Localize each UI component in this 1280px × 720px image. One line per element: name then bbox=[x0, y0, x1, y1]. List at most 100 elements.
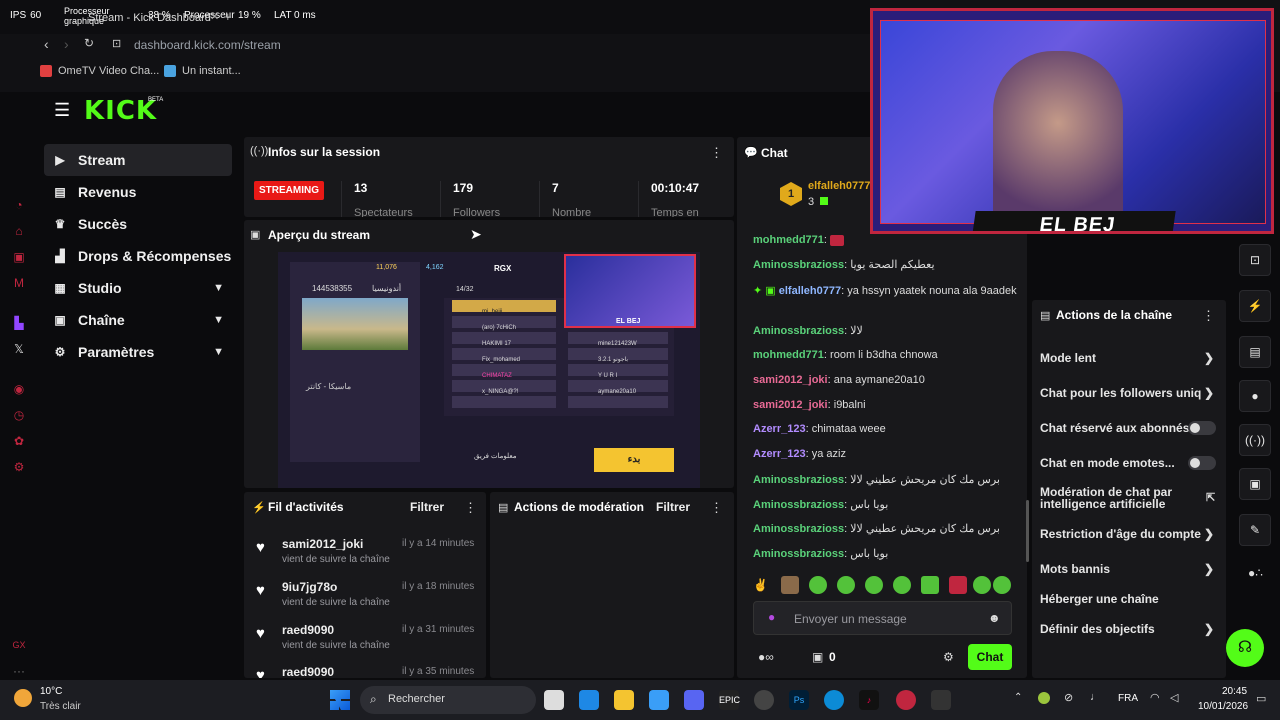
emote-icon[interactable] bbox=[809, 576, 827, 594]
start-icon[interactable] bbox=[330, 690, 350, 710]
task-view-icon[interactable] bbox=[544, 690, 564, 710]
app-icon[interactable] bbox=[754, 690, 774, 710]
moderation-menu-icon[interactable]: ⋮ bbox=[710, 500, 723, 516]
sidebar-item-succes[interactable]: ♛ Succès bbox=[44, 208, 232, 240]
back-icon[interactable]: ‹ bbox=[44, 36, 49, 52]
explorer-icon[interactable] bbox=[614, 690, 634, 710]
emote-icon[interactable]: ✌ bbox=[753, 578, 768, 592]
emote-icon[interactable] bbox=[993, 576, 1011, 594]
emote-icon[interactable] bbox=[781, 576, 799, 594]
twitch-icon[interactable]: ▙ bbox=[12, 316, 26, 330]
sidebar-item-chaine[interactable]: ▣ Chaîne ▼ bbox=[44, 304, 232, 336]
taskbar-search[interactable]: ⌕ Rechercher bbox=[360, 686, 536, 714]
rail-notes-button[interactable]: ▤ bbox=[1239, 336, 1271, 368]
chat-user[interactable]: Aminossbrazioss bbox=[753, 523, 844, 535]
gx-icon[interactable]: GX bbox=[12, 638, 26, 652]
rail-chat-button[interactable]: ● bbox=[1239, 380, 1271, 412]
forward-icon[interactable]: › bbox=[64, 36, 69, 52]
activity-user[interactable]: 9iu7jg78o bbox=[282, 580, 337, 594]
action-set-goals[interactable]: Définir des objectifs ❯ bbox=[1040, 622, 1220, 636]
rail-icon-6[interactable]: ◷ bbox=[12, 408, 26, 422]
chat-user[interactable]: Azerr_123 bbox=[753, 423, 806, 435]
action-banned-words[interactable]: Mots bannis ❯ bbox=[1040, 562, 1220, 576]
chat-user[interactable]: Aminossbrazioss bbox=[753, 474, 844, 486]
more-icon[interactable]: ··· bbox=[12, 664, 26, 678]
rail-icon-2[interactable]: ⌂ bbox=[12, 224, 26, 238]
new-tab-icon[interactable]: + bbox=[224, 9, 232, 24]
gift-icon[interactable]: ▣ bbox=[812, 650, 823, 664]
chat-user[interactable]: mohmedd771 bbox=[753, 349, 824, 361]
rail-video-button[interactable]: ▣ bbox=[1239, 468, 1271, 500]
action-followers-only[interactable]: Chat pour les followers uniq ❯ bbox=[1040, 386, 1220, 400]
emote-icon[interactable] bbox=[837, 576, 855, 594]
rail-icon-8[interactable]: ⚙ bbox=[12, 460, 26, 474]
subscribers-toggle[interactable] bbox=[1188, 421, 1216, 435]
language-indicator[interactable]: FRA bbox=[1118, 693, 1138, 704]
chat-send-button[interactable]: Chat bbox=[968, 644, 1012, 670]
chat-user[interactable]: sami2012_joki bbox=[753, 374, 828, 386]
discord-icon[interactable] bbox=[684, 690, 704, 710]
activity-filter-button[interactable]: Filtrer bbox=[410, 500, 444, 514]
action-ai-moderation[interactable]: Modération de chat par intelligence arti… bbox=[1040, 486, 1215, 510]
chat-user[interactable]: Azerr_123 bbox=[753, 448, 806, 460]
rail-icon-4[interactable]: M bbox=[12, 276, 26, 290]
mic-icon[interactable]: ● bbox=[768, 610, 775, 624]
chat-input[interactable]: ● Envoyer un message ☻ bbox=[753, 601, 1012, 635]
wifi-icon[interactable]: ◠ bbox=[1150, 691, 1160, 704]
tray-mic-icon[interactable]: ♩ bbox=[1090, 691, 1101, 703]
sidebar-item-studio[interactable]: ▦ Studio ▼ bbox=[44, 272, 232, 304]
notification-icon[interactable]: ▭ bbox=[1256, 692, 1266, 705]
rail-icon-5[interactable]: ◉ bbox=[12, 382, 26, 396]
emotes-toggle[interactable] bbox=[1188, 456, 1216, 470]
volume-icon[interactable]: ◁ bbox=[1170, 691, 1178, 704]
clock-date[interactable]: 10/01/2026 bbox=[1198, 701, 1248, 712]
rail-icon-7[interactable]: ✿ bbox=[12, 434, 26, 448]
chat-scrollbar[interactable] bbox=[1026, 500, 1029, 562]
sidebar-item-parametres[interactable]: ⚙ Paramètres ▼ bbox=[44, 336, 232, 368]
epic-icon[interactable]: EPIC bbox=[719, 690, 740, 710]
chat-user[interactable]: elfalleh0777 bbox=[779, 285, 841, 297]
activity-user[interactable]: raed9090 bbox=[282, 623, 334, 637]
chat-user[interactable]: Aminossbrazioss bbox=[753, 499, 844, 511]
rail-broadcast-button[interactable]: ((·)) bbox=[1239, 424, 1271, 456]
action-emotes-only[interactable]: Chat en mode emotes... bbox=[1040, 456, 1220, 470]
activity-user[interactable]: raed9090 bbox=[282, 665, 334, 678]
rail-icon-1[interactable]: ◔ bbox=[12, 198, 26, 212]
tab-close-icon[interactable]: ✕ bbox=[210, 10, 219, 23]
browser-tab-active[interactable]: Stream - Kick Dashboard bbox=[80, 6, 220, 32]
rail-tools-button[interactable]: ✎ bbox=[1239, 514, 1271, 546]
channel-actions-menu-icon[interactable]: ⋮ bbox=[1202, 308, 1215, 324]
tray-network-off-icon[interactable]: ⊘ bbox=[1064, 691, 1073, 704]
reload-icon[interactable]: ↻ bbox=[84, 36, 94, 50]
action-host-channel[interactable]: Héberger une chaîne bbox=[1040, 592, 1220, 606]
url-text[interactable]: dashboard.kick.com/stream bbox=[134, 38, 281, 52]
emoji-icon[interactable]: ☻ bbox=[988, 611, 1001, 625]
widgets-icon[interactable] bbox=[579, 690, 599, 710]
site-info-icon[interactable]: ⊡ bbox=[112, 37, 121, 50]
chat-user[interactable]: Aminossbrazioss bbox=[753, 325, 844, 337]
opera-icon[interactable] bbox=[896, 690, 916, 710]
sidebar-item-revenus[interactable]: ▤ Revenus bbox=[44, 176, 232, 208]
action-mode-lent[interactable]: Mode lent ❯ bbox=[1040, 351, 1220, 365]
sidebar-item-stream[interactable]: ▶ Stream bbox=[44, 144, 232, 176]
emote-icon[interactable] bbox=[921, 576, 939, 594]
tray-app-icon[interactable] bbox=[1038, 692, 1050, 704]
stream-preview-frame[interactable]: 144538355 أندونيسيا ماسيكا - كانتر 11,07… bbox=[278, 252, 700, 488]
activity-menu-icon[interactable]: ⋮ bbox=[464, 500, 477, 516]
rail-camera-button[interactable]: ⊡ bbox=[1239, 244, 1271, 276]
chat-user[interactable]: Aminossbrazioss bbox=[753, 259, 844, 271]
support-button[interactable]: ☊ bbox=[1226, 629, 1264, 667]
rail-bolt-button[interactable]: ⚡ bbox=[1239, 290, 1271, 322]
tiktok-icon[interactable]: ♪ bbox=[859, 690, 879, 710]
photoshop-icon[interactable]: Ps bbox=[789, 690, 809, 710]
emote-icon[interactable] bbox=[893, 576, 911, 594]
store-icon[interactable] bbox=[649, 690, 669, 710]
top-user[interactable]: elfalleh0777 bbox=[808, 180, 870, 192]
activity-user[interactable]: sami2012_joki bbox=[282, 537, 363, 551]
clock-time[interactable]: 20:45 bbox=[1222, 686, 1247, 697]
sidebar-item-drops[interactable]: ▟ Drops & Récompenses bbox=[44, 240, 232, 272]
emote-icon[interactable] bbox=[949, 576, 967, 594]
points-icon[interactable]: ●∞ bbox=[758, 650, 774, 664]
terminal-icon[interactable] bbox=[931, 690, 951, 710]
tray-chevron-icon[interactable]: ⌃ bbox=[1014, 692, 1022, 703]
